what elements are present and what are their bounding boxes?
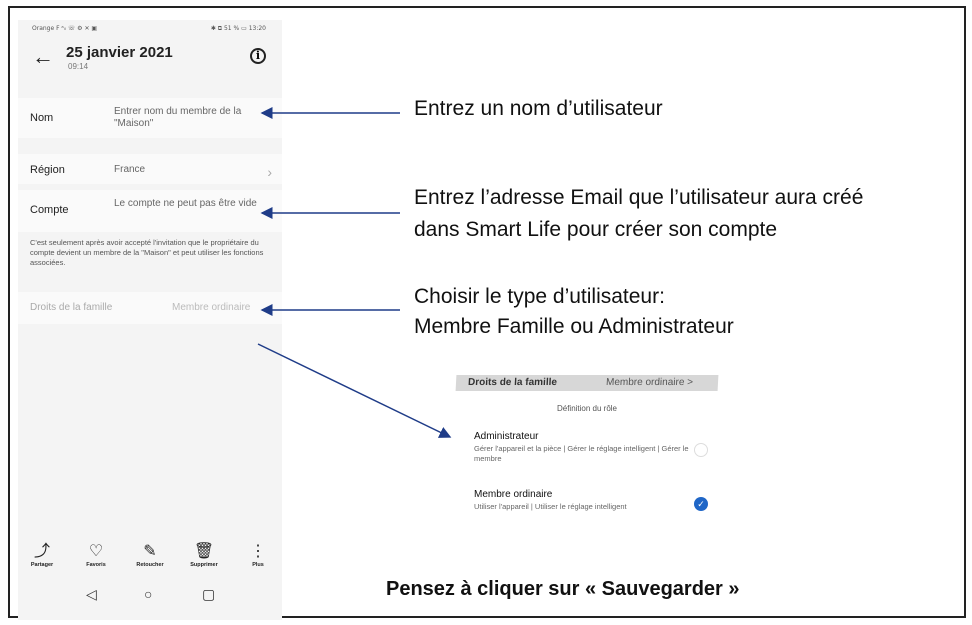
member-radio-checked[interactable]: ✓: [694, 497, 708, 511]
arrow-to-popup: [257, 343, 452, 438]
annotation-type-line1: Choisir le type d’utilisateur:: [414, 285, 665, 308]
annotation-email-line2: dans Smart Life pour créer son compte: [414, 218, 778, 241]
annotation-name: Entrez un nom d’utilisateur: [414, 97, 663, 120]
annotation-type: Choisir le type d’utilisateur: Membre Fa…: [414, 282, 734, 342]
annotation-save: Pensez à cliquer sur « Sauvegarder »: [386, 578, 740, 600]
admin-title: Administrateur: [474, 431, 539, 442]
option-administrateur[interactable]: Administrateur Gérer l'appareil et la pi…: [474, 431, 724, 464]
role-popup: Droits de la famille Membre ordinaire > …: [455, 375, 726, 528]
popup-title: Définition du rôle: [556, 404, 618, 413]
member-description: Utiliser l'appareil | Utiliser le réglag…: [474, 502, 627, 511]
member-title: Membre ordinaire: [474, 489, 553, 500]
admin-radio[interactable]: [694, 443, 708, 457]
annotation-email: Entrez l’adresse Email que l’utilisateur…: [414, 182, 863, 246]
annotation-type-line2: Membre Famille ou Administrateur: [414, 315, 734, 338]
popup-header-value: Membre ordinaire >: [605, 377, 694, 388]
admin-description: Gérer l'appareil et la pièce | Gérer le …: [474, 444, 689, 463]
option-membre-ordinaire[interactable]: Membre ordinaire Utiliser l'appareil | U…: [474, 489, 724, 512]
popup-header-label: Droits de la famille: [467, 377, 558, 388]
annotation-email-line1: Entrez l’adresse Email que l’utilisateur…: [414, 186, 864, 209]
popup-header: Droits de la famille Membre ordinaire >: [455, 375, 719, 391]
